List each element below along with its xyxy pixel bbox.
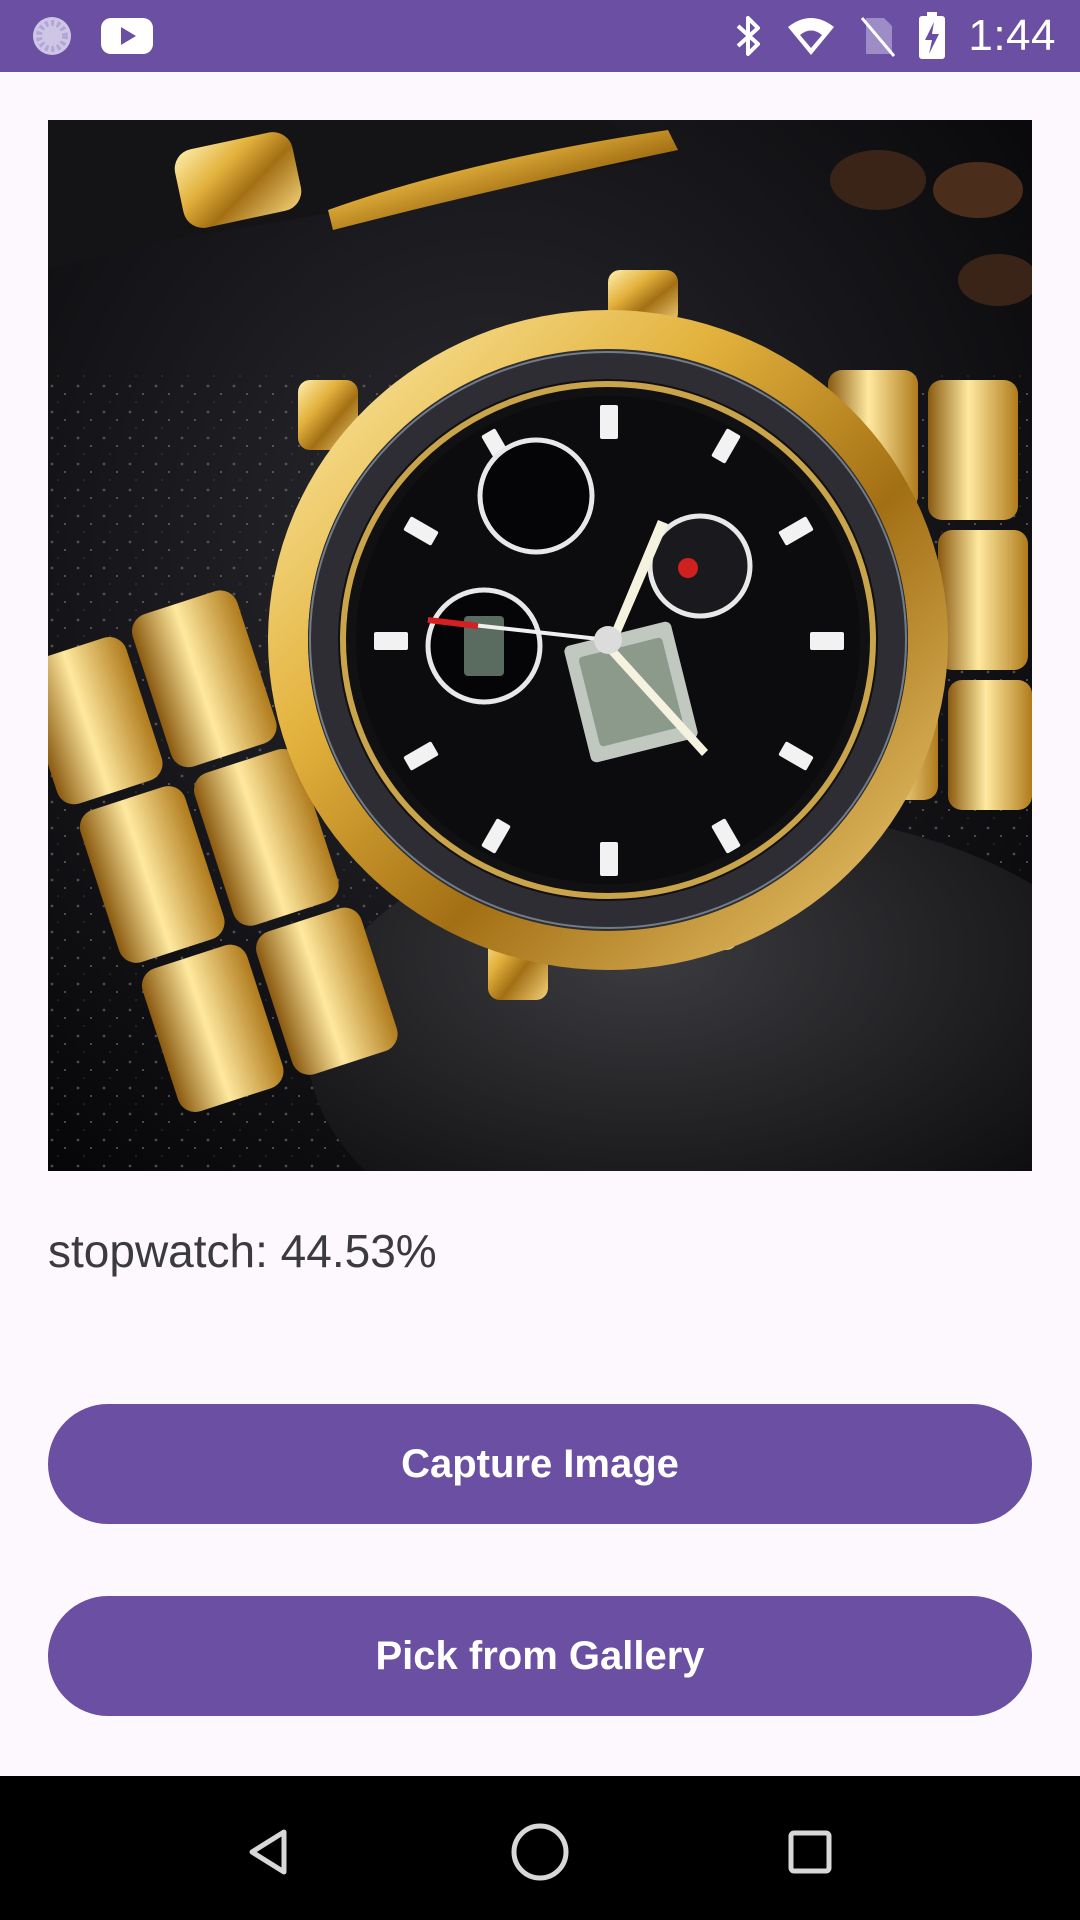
pick-from-gallery-button[interactable]: Pick from Gallery xyxy=(48,1596,1032,1716)
capture-image-button[interactable]: Capture Image xyxy=(48,1404,1032,1524)
back-icon[interactable] xyxy=(230,1812,310,1892)
bluetooth-icon xyxy=(732,14,764,58)
loading-spinner-icon xyxy=(30,14,74,58)
status-time: 1:44 xyxy=(968,11,1056,60)
status-right-group: 1:44 xyxy=(732,10,1056,62)
watch-photo xyxy=(48,120,1032,1171)
battery-charging-icon xyxy=(918,12,946,60)
status-bar: 1:44 xyxy=(0,0,1080,72)
youtube-icon xyxy=(100,16,154,56)
prediction-result: stopwatch: 44.53% xyxy=(48,1225,437,1277)
navigation-bar xyxy=(0,1776,1080,1920)
status-left-group xyxy=(30,12,154,60)
home-icon[interactable] xyxy=(500,1812,580,1892)
recents-icon[interactable] xyxy=(770,1812,850,1892)
no-sim-icon xyxy=(858,14,896,58)
captured-photo xyxy=(48,120,1032,1171)
wifi-icon xyxy=(786,15,836,57)
